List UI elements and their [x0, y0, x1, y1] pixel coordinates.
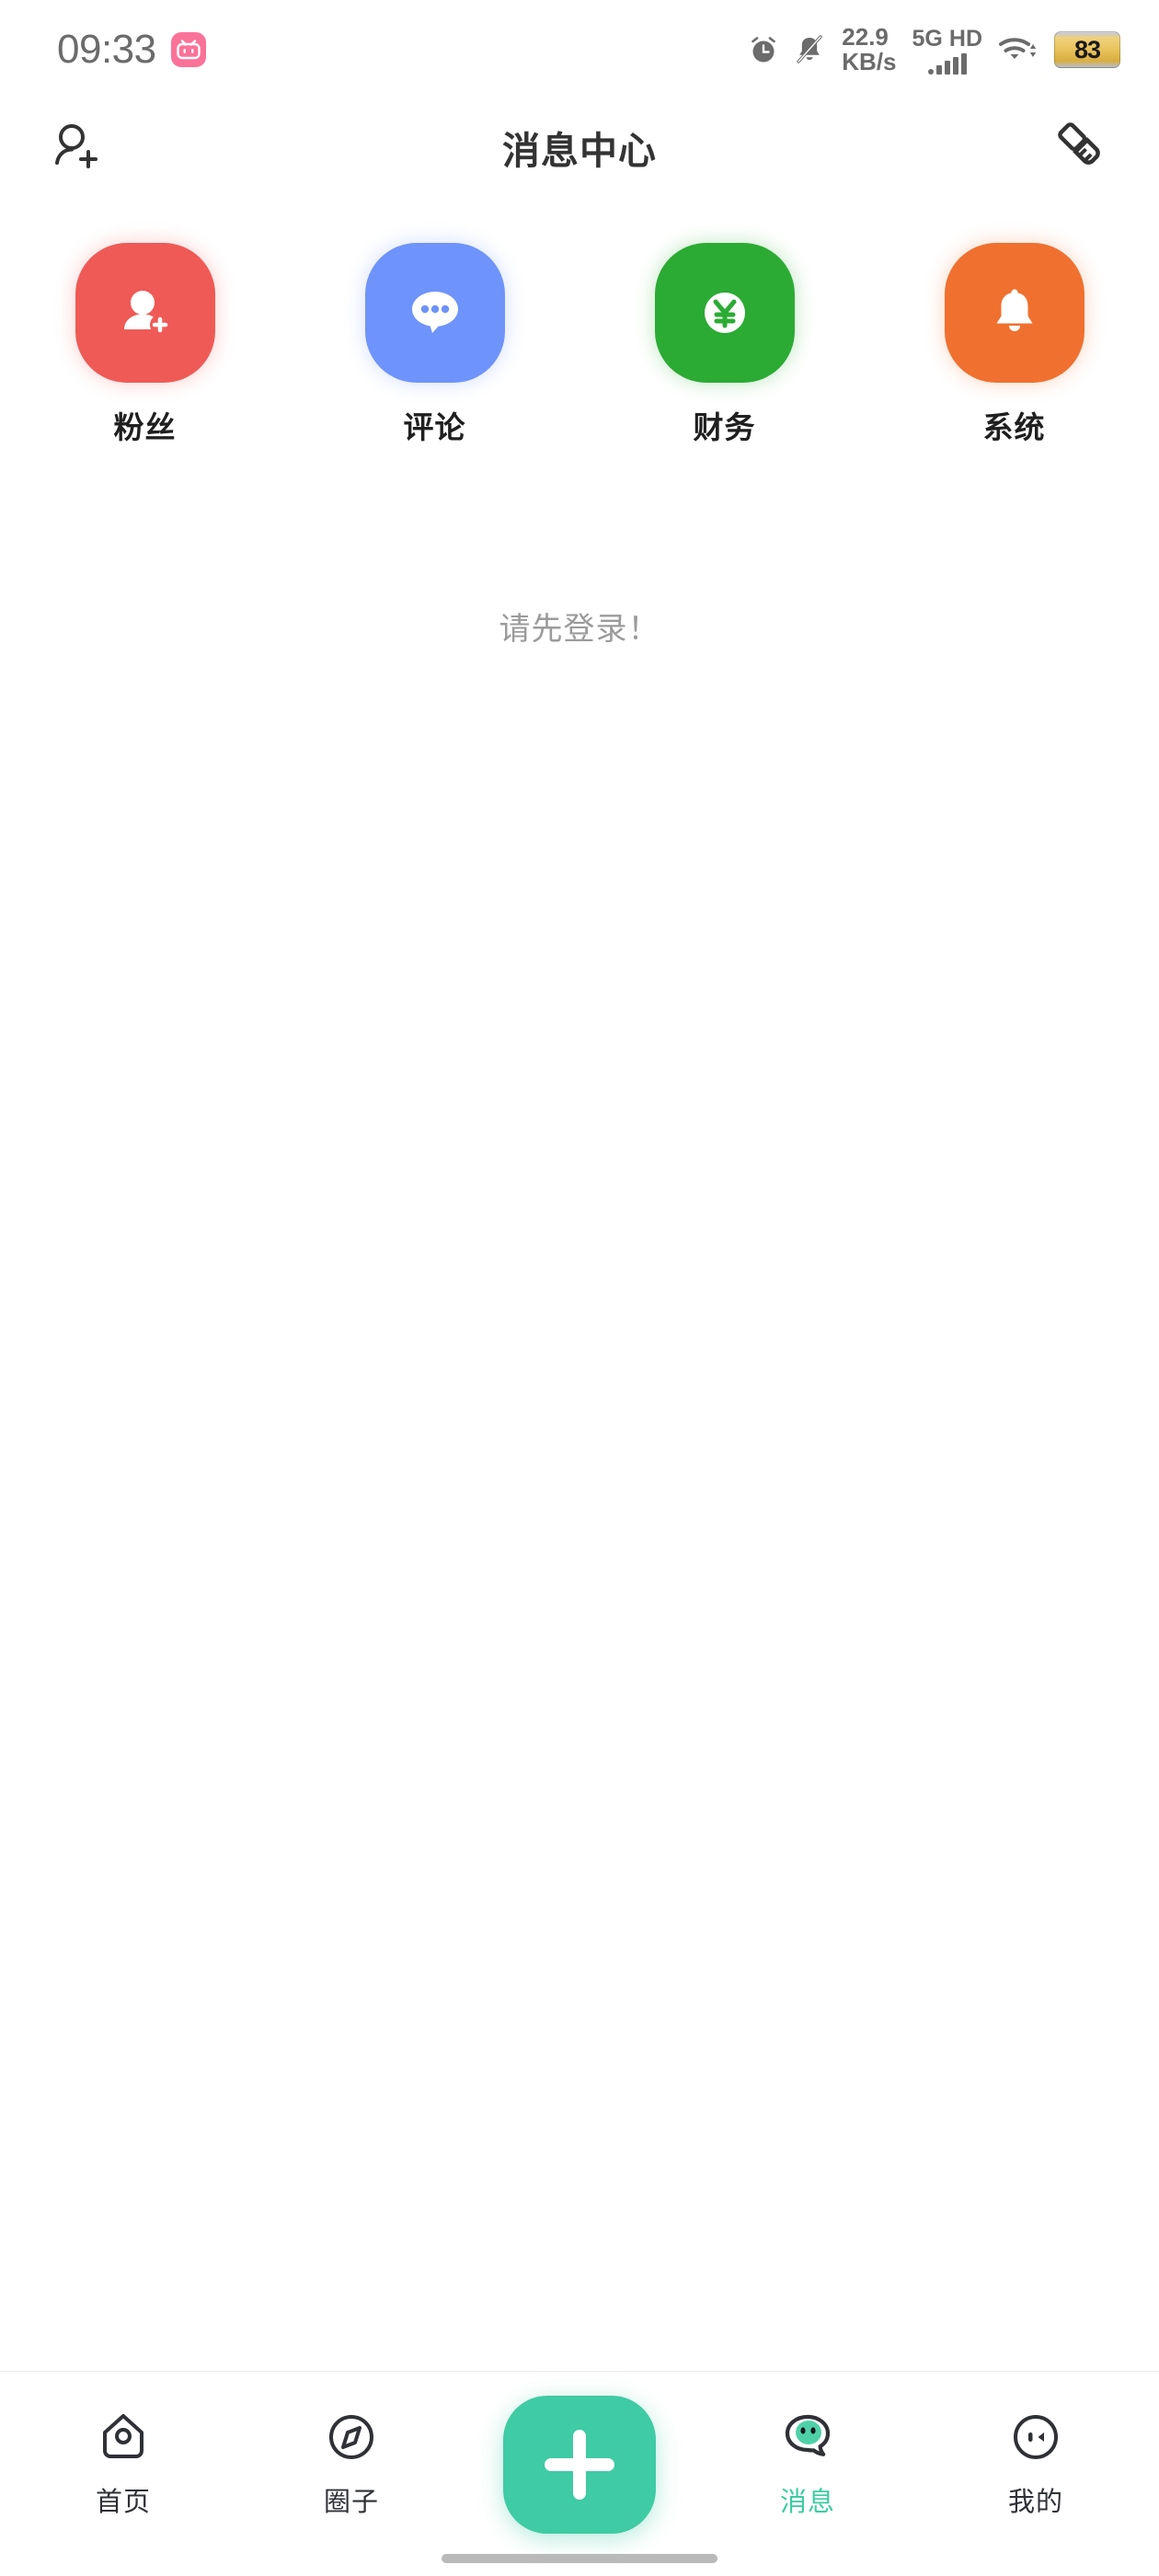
category-shortcuts: 粉丝 评论 财务 系统 — [0, 195, 1159, 447]
tab-label-profile: 我的 — [1007, 2488, 1063, 2517]
fab-button[interactable] — [503, 2396, 656, 2534]
bilibili-icon — [170, 32, 206, 67]
tab-circle[interactable]: 圈子 — [237, 2407, 465, 2541]
battery-indicator: 83 — [1054, 31, 1120, 68]
person-add-icon — [123, 291, 170, 335]
empty-state-message: 请先登录！ — [499, 612, 660, 647]
plus-icon — [545, 2430, 614, 2500]
category-label-comments: 评论 — [403, 410, 466, 444]
create-post-button[interactable] — [465, 2396, 694, 2541]
status-bar: 09:33 22.9 KB/s 5G HD 83 — [0, 0, 1159, 99]
network-speed-unit: KB/s — [842, 48, 897, 75]
bell-muted-icon — [795, 34, 824, 65]
category-label-finance: 财务 — [693, 410, 756, 444]
network-type-label: 5G — [912, 25, 943, 52]
home-icon — [97, 2407, 150, 2467]
cellular-indicator: 5G HD — [912, 26, 982, 75]
status-time: 09:33 — [57, 27, 156, 72]
tab-label-circle: 圈子 — [323, 2488, 379, 2517]
profile-face-icon — [1009, 2407, 1062, 2467]
chat-face-icon — [780, 2407, 835, 2467]
category-item-comments[interactable]: 评论 — [290, 243, 580, 447]
yuan-coin-icon — [704, 293, 745, 333]
clear-all-icon[interactable] — [1050, 115, 1115, 179]
network-speed-indicator: 22.9 KB/s — [842, 25, 896, 74]
message-list-area: 请先登录！ — [0, 447, 1159, 2371]
bottom-navigation: 首页 圈子 消息 我的 — [0, 2371, 1159, 2576]
tab-profile[interactable]: 我的 — [922, 2407, 1150, 2541]
wifi-icon — [998, 34, 1039, 65]
tab-messages[interactable]: 消息 — [694, 2407, 922, 2541]
tab-label-messages: 消息 — [779, 2488, 835, 2517]
category-icon-comments — [364, 243, 505, 383]
battery-level: 83 — [1073, 35, 1101, 63]
compass-icon — [325, 2407, 378, 2467]
tab-label-home: 首页 — [95, 2488, 151, 2517]
network-speed-value: 22.9 — [842, 23, 889, 52]
category-item-finance[interactable]: 财务 — [580, 243, 869, 447]
home-indicator-bar[interactable] — [442, 2554, 717, 2563]
alarm-clock-icon — [748, 34, 779, 65]
add-friend-icon[interactable] — [44, 115, 109, 179]
category-icon-fans — [75, 243, 215, 383]
comment-bubble-icon — [411, 292, 458, 333]
hd-label: HD — [948, 25, 982, 52]
page-header: 消息中心 — [0, 99, 1159, 195]
signal-bars-icon — [927, 52, 967, 75]
page-title: 消息中心 — [502, 130, 657, 172]
home-indicator — [0, 2541, 1159, 2576]
category-item-system[interactable]: 系统 — [869, 243, 1159, 447]
category-icon-finance — [654, 243, 795, 383]
status-bar-left: 09:33 — [57, 29, 206, 70]
category-label-fans: 粉丝 — [113, 410, 177, 444]
bell-icon — [996, 289, 1032, 331]
tab-home[interactable]: 首页 — [9, 2407, 237, 2541]
category-item-fans[interactable]: 粉丝 — [0, 243, 290, 447]
app-screen: 09:33 22.9 KB/s 5G HD 83 消息中心 粉丝 评论 财务 系… — [0, 0, 1159, 2576]
category-icon-system — [944, 243, 1084, 383]
status-bar-right: 22.9 KB/s 5G HD 83 — [748, 25, 1120, 75]
category-label-system: 系统 — [982, 410, 1046, 444]
